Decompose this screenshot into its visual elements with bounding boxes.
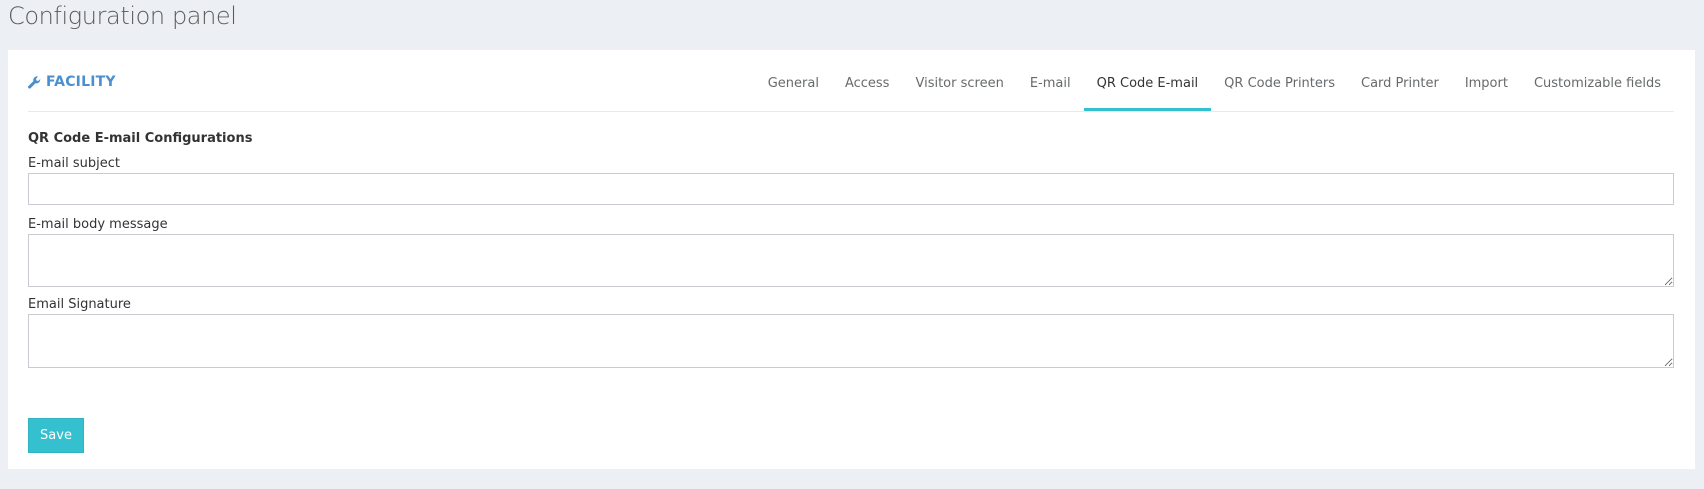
email-subject-input[interactable] [28,173,1674,205]
tab-visitor-screen[interactable]: Visitor screen [902,50,1016,111]
configuration-panel: FACILITY General Access Visitor screen E… [8,50,1695,469]
email-body-label: E-mail body message [28,217,168,232]
email-body-textarea[interactable] [28,234,1674,287]
email-signature-label: Email Signature [28,297,131,312]
panel-title: FACILITY [28,74,116,90]
tab-qr-code-e-mail[interactable]: QR Code E-mail [1083,50,1212,111]
page-title: Configuration panel [8,2,237,30]
tab-card-printer[interactable]: Card Printer [1348,50,1452,111]
save-button[interactable]: Save [28,418,84,453]
tab-access[interactable]: Access [832,50,903,111]
tab-qr-code-printers[interactable]: QR Code Printers [1211,50,1348,111]
wrench-icon [28,75,41,89]
section-title: QR Code E-mail Configurations [28,131,253,146]
tab-bar: General Access Visitor screen E-mail QR … [755,50,1674,111]
email-subject-label: E-mail subject [28,156,121,171]
tab-customizable-fields[interactable]: Customizable fields [1521,50,1674,111]
tab-general[interactable]: General [755,50,832,111]
panel-header: FACILITY General Access Visitor screen E… [28,50,1674,112]
email-signature-textarea[interactable] [28,314,1674,368]
tab-import[interactable]: Import [1452,50,1521,111]
tab-e-mail[interactable]: E-mail [1017,50,1084,111]
panel-title-label: FACILITY [46,74,116,90]
